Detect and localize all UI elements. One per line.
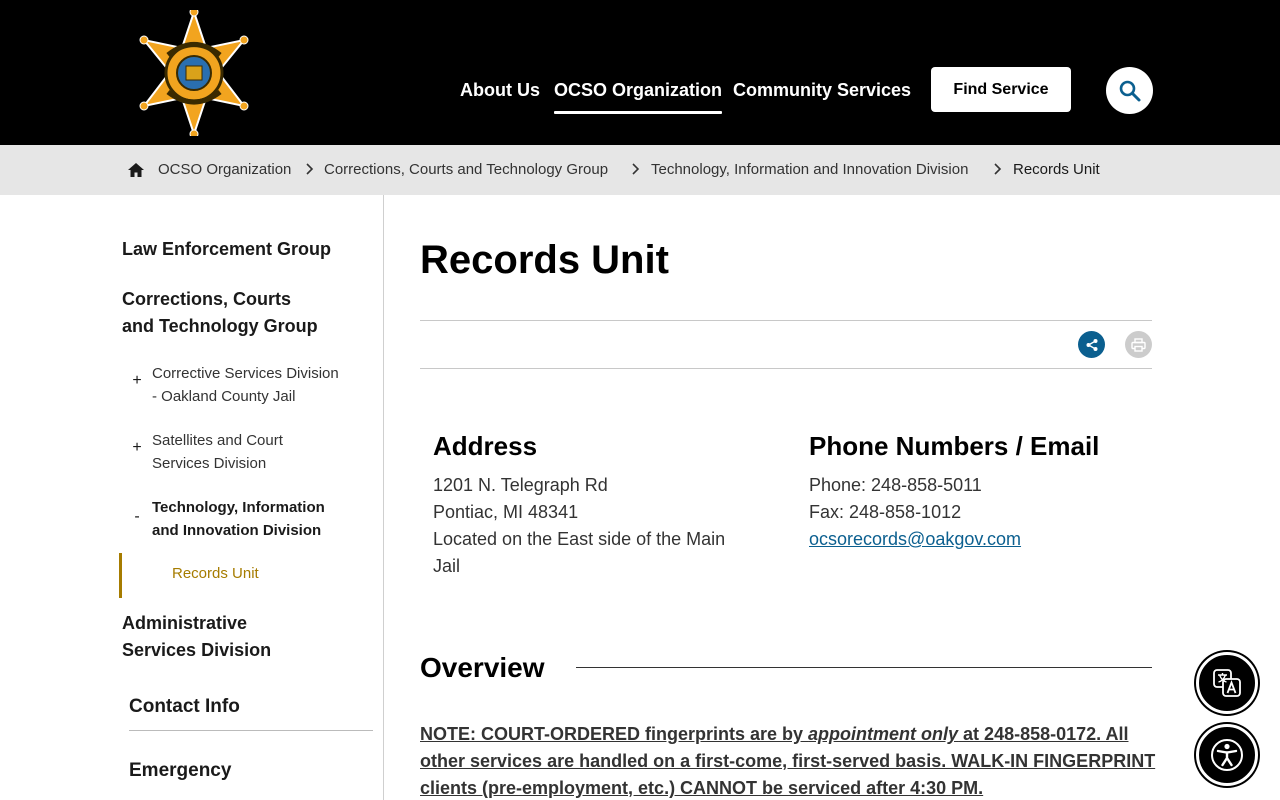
- sidebar-item-label: Satellites and Court: [152, 432, 283, 449]
- sidebar-item-law-enforcement-group[interactable]: Law Enforcement Group: [122, 236, 362, 263]
- search-button[interactable]: [1106, 67, 1153, 114]
- nav-community-services[interactable]: Community Services: [733, 79, 911, 101]
- sidebar-item-label: Corrections, Courts: [122, 289, 292, 309]
- note-emphasis: appointment only: [808, 724, 959, 744]
- nav-ocso-organization[interactable]: OCSO Organization: [554, 79, 723, 114]
- sidebar-item-label: Technology, Information: [152, 499, 325, 516]
- phone-number: Phone: 248-858-5011: [809, 475, 982, 495]
- breadcrumb: OCSO Organization Corrections, Courts an…: [0, 145, 1280, 195]
- share-button[interactable]: [1078, 331, 1105, 358]
- divider: [420, 320, 1152, 321]
- site-header: About Us OCSO Organization Community Ser…: [0, 0, 1280, 145]
- sidebar-item-label: Services Division: [152, 455, 267, 472]
- expand-toggle[interactable]: +: [131, 439, 143, 457]
- sidebar-item-records-unit[interactable]: Records Unit: [172, 564, 259, 584]
- breadcrumb-current: Records Unit: [1013, 161, 1100, 178]
- sidebar-item-label: - Oakland County Jail: [152, 388, 296, 405]
- sidebar-item-satellites-court-services[interactable]: Satellites and Court Services Division: [152, 429, 362, 475]
- page-title: Records Unit: [420, 238, 669, 282]
- sidebar-item-technology-information-innovation[interactable]: Technology, Information and Innovation D…: [152, 496, 362, 542]
- sidebar-item-administrative-services-division[interactable]: Administrative Services Division: [122, 610, 362, 664]
- sidebar-item-label: Services Division: [122, 640, 272, 660]
- breadcrumb-item[interactable]: Corrections, Courts and Technology Group: [324, 160, 608, 180]
- sidebar-item-label: Administrative: [122, 613, 248, 633]
- divider: [420, 368, 1152, 369]
- fingerprint-note: NOTE: COURT-ORDERED fingerprints are by …: [420, 721, 1160, 800]
- note-text: NOTE: COURT-ORDERED fingerprints are by: [420, 724, 809, 744]
- address-line: Jail: [433, 556, 461, 576]
- address-line: 1201 N. Telegraph Rd: [433, 475, 608, 495]
- print-icon: [1131, 337, 1146, 352]
- chevron-right-icon: [994, 163, 1002, 175]
- breadcrumb-item[interactable]: OCSO Organization: [158, 160, 291, 180]
- address-line: Located on the East side of the Main: [433, 529, 726, 549]
- accessibility-button[interactable]: [1196, 724, 1258, 786]
- translate-button[interactable]: [1196, 652, 1258, 714]
- emergency-heading: Emergency: [129, 760, 232, 781]
- email-link[interactable]: ocsorecords@oakgov.com: [809, 526, 1021, 553]
- chevron-right-icon: [632, 163, 640, 175]
- nav-about-us[interactable]: About Us: [460, 79, 540, 101]
- sidebar-item-corrective-services-division[interactable]: Corrective Services Division - Oakland C…: [152, 362, 362, 408]
- divider: [129, 730, 373, 731]
- find-service-button[interactable]: Find Service: [931, 67, 1071, 112]
- print-button[interactable]: [1125, 331, 1152, 358]
- sidebar-item-label: and Technology Group: [122, 316, 318, 336]
- breadcrumb-item[interactable]: Technology, Information and Innovation D…: [651, 160, 968, 180]
- phone-email-heading: Phone Numbers / Email: [809, 431, 1100, 461]
- accessibility-icon: [1211, 739, 1243, 771]
- expand-toggle[interactable]: +: [131, 372, 143, 390]
- address-heading: Address: [433, 431, 538, 461]
- chevron-right-icon: [306, 163, 314, 175]
- search-icon: [1119, 80, 1140, 101]
- active-indicator: [119, 553, 122, 598]
- sidebar-item-corrections-courts-technology-group[interactable]: Corrections, Courts and Technology Group: [122, 286, 362, 340]
- overview-heading: Overview: [420, 652, 545, 683]
- divider: [576, 667, 1152, 668]
- home-icon[interactable]: [127, 161, 145, 179]
- contact-info-heading: Contact Info: [129, 696, 240, 717]
- sidebar-nav: Law Enforcement Group Corrections, Court…: [0, 195, 384, 800]
- fax-number: Fax: 248-858-1012: [809, 502, 962, 522]
- sidebar-item-label: and Innovation Division: [152, 522, 322, 539]
- share-icon: [1086, 338, 1097, 351]
- sheriff-badge-logo[interactable]: [138, 10, 250, 136]
- sidebar-item-label: Corrective Services Division: [152, 365, 339, 382]
- translate-icon: [1213, 669, 1241, 697]
- collapse-toggle[interactable]: -: [131, 508, 143, 526]
- address-line: Pontiac, MI 48341: [433, 502, 579, 522]
